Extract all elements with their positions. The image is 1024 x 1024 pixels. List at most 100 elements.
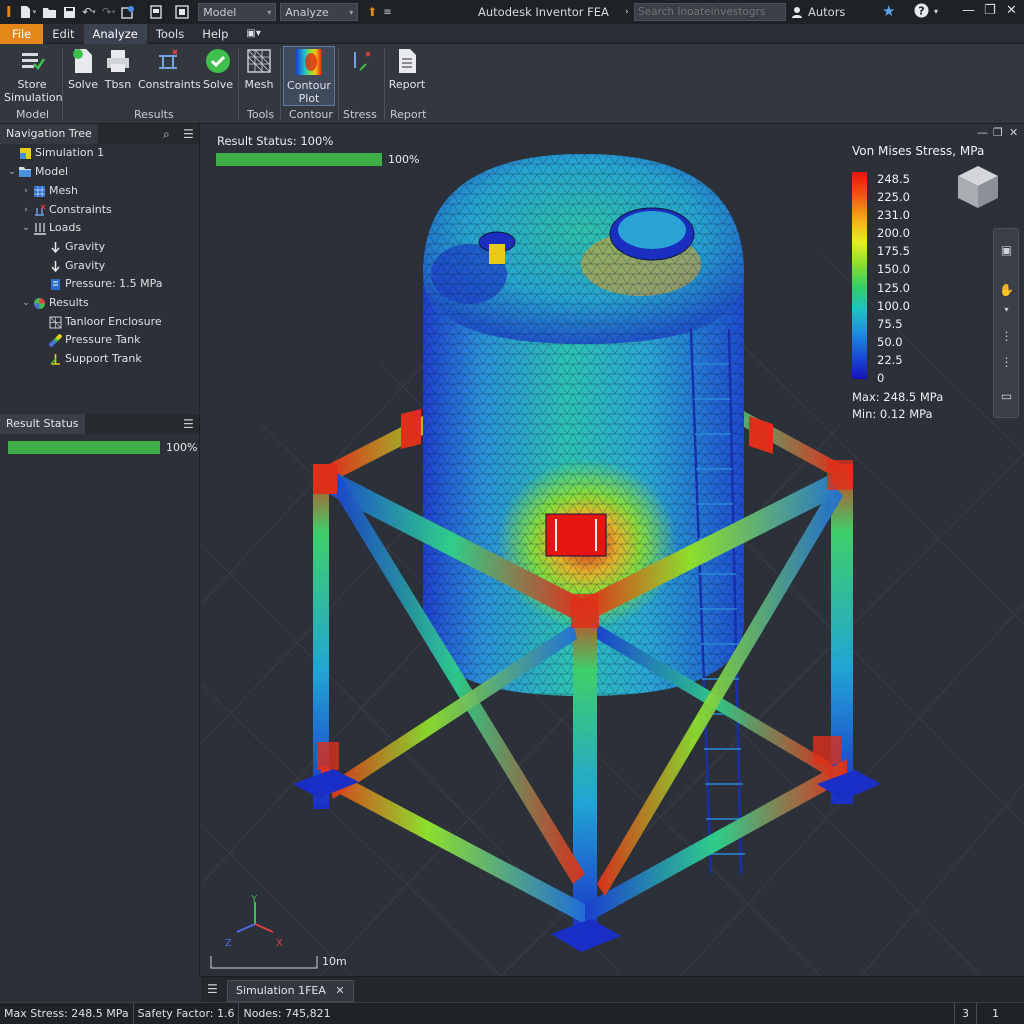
hamburger-menu-icon[interactable]: ☰ [183, 417, 194, 431]
tree-item-label: Support Trank [65, 352, 142, 365]
help-dropdown-icon[interactable]: ▾ [934, 7, 938, 16]
hamburger-menu-icon[interactable]: ☰ [183, 127, 194, 141]
tree-item[interactable]: › Mesh [20, 182, 78, 200]
store-simulation-label: Store Simulation [4, 78, 63, 104]
checkmark-icon [202, 46, 234, 76]
pan-hand-icon[interactable]: ✋ [998, 283, 1015, 300]
orbit-icon[interactable]: ⋮ [998, 329, 1015, 346]
stress-button[interactable] [344, 46, 378, 78]
tree-item-label: Constraints [49, 203, 112, 216]
search-icon[interactable]: ⌕ [163, 127, 170, 142]
gravity-icon [48, 259, 62, 273]
favorites-star-icon[interactable]: ★ [882, 2, 895, 20]
contour-plot-label: Contour Plot [287, 79, 331, 105]
graphics-viewport[interactable]: Y X Z Result Status: 100% 100% — ❐ ✕ Von… [201, 124, 1024, 976]
tree-item[interactable]: › Constraints [20, 201, 112, 219]
tree-item[interactable]: Support Trank [36, 350, 142, 368]
viewport-minimize-icon[interactable]: — [977, 126, 988, 139]
mesh-button[interactable]: Mesh [242, 46, 276, 91]
solve-label: Solve [67, 78, 99, 91]
contour-plot-icon [293, 47, 325, 77]
expand-arrow-icon[interactable]: › [20, 201, 32, 219]
tree-item[interactable]: Simulation 1 [6, 144, 104, 162]
svg-text:?: ? [918, 5, 924, 18]
help-icon[interactable]: ? [914, 3, 929, 22]
chevron-down-icon: ▾ [349, 7, 354, 17]
user-name[interactable]: Autors [808, 5, 845, 19]
loads-icon [32, 221, 46, 235]
constraints-button[interactable]: Constraints [138, 46, 201, 91]
tab-close-icon[interactable]: ✕ [335, 984, 344, 997]
tree-item[interactable]: Gravity [36, 257, 105, 275]
stress-color-legend-bar [852, 172, 867, 379]
menu-tools[interactable]: Tools [147, 24, 193, 44]
user-icon[interactable] [788, 0, 806, 24]
navigation-tree-header: Navigation Tree ⌕ ☰ [0, 124, 199, 144]
expand-arrow-icon[interactable]: › [20, 182, 32, 200]
analyze-dropdown[interactable]: Analyze ▾ [280, 3, 359, 21]
customize-menu-icon[interactable]: ≡ [380, 0, 394, 24]
collapse-arrow-icon[interactable]: ⌄ [6, 163, 18, 181]
redo-icon[interactable]: ↷ ▾ [99, 0, 119, 24]
legend-tick-label: 150.0 [877, 262, 910, 277]
axis-z-label: Z [225, 938, 232, 949]
menu-edit[interactable]: Edit [43, 24, 83, 44]
navigation-tree-title: Navigation Tree [0, 124, 98, 144]
legend-tick-label: 175.5 [877, 244, 910, 259]
tree-item[interactable]: ⌄ Results [20, 294, 89, 312]
status-safety-factor: Safety Factor: 1.6 [134, 1002, 240, 1024]
grid-view-icon[interactable] [172, 0, 192, 24]
tree-item[interactable]: ⌄ Loads [20, 219, 81, 237]
contour-plot-button[interactable]: Contour Plot [283, 46, 335, 106]
report-button[interactable]: Report [388, 46, 426, 91]
viewcube-icon[interactable] [953, 162, 1003, 212]
look-icon[interactable]: ⋮ [998, 355, 1015, 372]
open-folder-icon[interactable] [39, 0, 60, 24]
tree-item[interactable]: Pressure: 1.5 MPa [36, 275, 163, 293]
legend-tick-label: 225.0 [877, 190, 910, 205]
new-file-icon[interactable]: ▾ [15, 0, 40, 24]
video-toggle-icon[interactable]: ▣▾ [237, 24, 269, 44]
tree-item[interactable]: Pressure Tank [36, 331, 140, 349]
menu-bar: File Edit Analyze Tools Help ▣▾ [0, 23, 1024, 44]
collapse-arrow-icon[interactable]: ⌄ [20, 294, 32, 312]
tbsn-button[interactable]: Tbsn [102, 46, 134, 91]
viewport-restore-icon[interactable]: ❐ [993, 126, 1003, 139]
menu-analyze[interactable]: Analyze [83, 23, 147, 44]
store-simulation-button[interactable]: Store Simulation [4, 46, 63, 104]
view-settings-icon[interactable]: ▭ [998, 389, 1015, 406]
search-input[interactable] [634, 3, 786, 21]
solve-run-label: Solve [202, 78, 234, 91]
zoom-dropdown-icon[interactable]: ▾ [998, 305, 1015, 322]
group-label-contour: Contour [289, 108, 333, 121]
material-icon[interactable]: ⬆ [364, 0, 380, 24]
search-chevron-icon[interactable]: › [622, 0, 632, 24]
collapse-arrow-icon[interactable]: ⌄ [20, 219, 32, 237]
menu-file[interactable]: File [0, 23, 44, 44]
restore-icon[interactable]: ❐ [984, 3, 996, 18]
solve-button[interactable]: Solve [66, 46, 100, 91]
tree-item[interactable]: Tanloor Enclosure [36, 313, 162, 331]
tree-item[interactable]: ⌄ Model [6, 163, 68, 181]
minimize-icon[interactable]: — [962, 3, 975, 18]
model-dropdown-label: Model [203, 5, 237, 19]
menu-help[interactable]: Help [193, 24, 237, 44]
chevron-down-icon: ▾ [267, 7, 272, 17]
update-icon[interactable] [118, 0, 138, 24]
tab-list-icon[interactable]: ☰ [207, 982, 218, 996]
steering-wheel-icon[interactable]: ▣ [998, 243, 1015, 260]
tree-item-label: Pressure Tank [65, 333, 141, 346]
constraints-icon [32, 203, 46, 217]
pressure-icon [48, 277, 62, 291]
tree-item[interactable]: Gravity [36, 238, 105, 256]
viewport-close-icon[interactable]: ✕ [1009, 126, 1018, 139]
model-dropdown[interactable]: Model ▾ [198, 3, 277, 21]
tab-simulation-fea[interactable]: Simulation 1FEA ✕ [227, 980, 354, 1002]
close-icon[interactable]: ✕ [1006, 3, 1017, 18]
solve-run-button[interactable]: Solve [202, 46, 234, 91]
save-icon[interactable] [60, 0, 79, 24]
undo-icon[interactable]: ↶ ▾ [79, 0, 99, 24]
constraints-icon [152, 46, 184, 76]
print-icon[interactable] [146, 0, 166, 24]
legend-tick-label: 125.0 [877, 280, 910, 295]
